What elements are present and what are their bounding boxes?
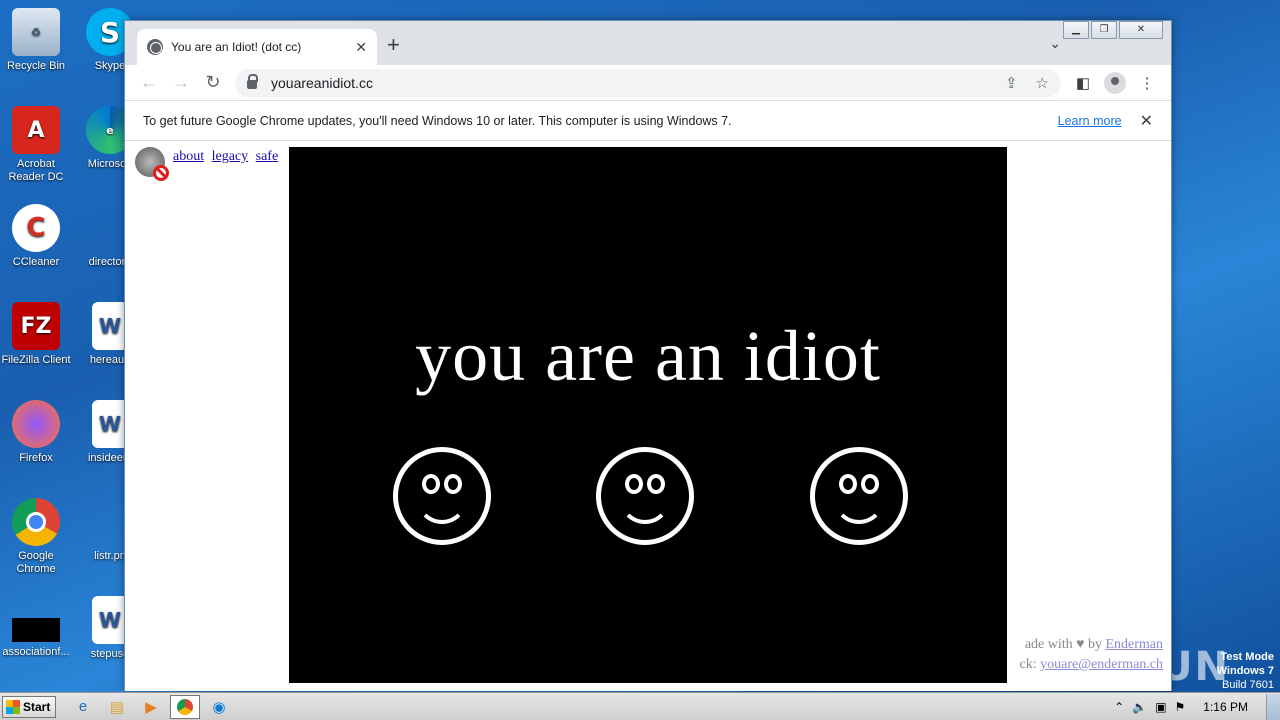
forward-arrow-icon[interactable]: → [165, 72, 197, 93]
desktop-icon-ccleaner[interactable]: C CCleaner [0, 204, 72, 269]
test-mode-line3: Build 7601 [1222, 679, 1274, 691]
reload-icon[interactable]: ↻ [197, 72, 229, 93]
start-button[interactable]: Start [2, 695, 56, 718]
update-infobar: To get future Google Chrome updates, you… [125, 101, 1171, 141]
network-icon[interactable]: ▣ [1155, 700, 1166, 714]
desktop-icon-acrobat[interactable]: A Acrobat Reader DC [0, 106, 72, 184]
edge-taskbar-icon[interactable]: ◉ [204, 695, 234, 719]
no-sound-icon [153, 165, 169, 181]
lock-icon[interactable] [247, 74, 258, 89]
page-footer: ade with ♥ by Enderman ck: youare@enderm… [1020, 635, 1164, 675]
share-icon[interactable]: ⇪ [1005, 74, 1018, 92]
idiot-stage: you are an idiot [289, 147, 1007, 683]
mouth-icon [416, 490, 468, 524]
profile-avatar-icon[interactable] [1104, 71, 1126, 94]
word-doc-icon: W [92, 302, 128, 350]
word-doc-icon: W [92, 400, 128, 448]
email-link[interactable]: youare@enderman.ch [1040, 657, 1163, 672]
start-label: Start [23, 699, 51, 714]
browser-toolbar: ← → ↻ youareanidiot.cc ⇪ ☆ ◧ ⋮ [125, 65, 1171, 101]
page-content: about legacy safe you are an idiot ade w… [125, 141, 1171, 691]
system-tray: ⌃ 🔈 ▣ ⚑ 1:16 PM [1114, 693, 1280, 720]
footer-by: by [1087, 637, 1102, 652]
page-nav-links: about legacy safe [173, 149, 282, 165]
chrome-taskbar-icon[interactable] [170, 694, 200, 719]
close-window-button[interactable]: ✕ [1119, 21, 1163, 39]
black-file-icon [12, 618, 60, 642]
file-explorer-icon[interactable]: ▤ [102, 695, 132, 719]
side-panel-icon[interactable]: ◧ [1067, 74, 1099, 92]
tab-youareanidiot[interactable]: You are an Idiot! (dot cc) ✕ [137, 29, 377, 65]
muted-speaker-icon[interactable] [135, 147, 169, 181]
ccleaner-icon: C [12, 204, 60, 252]
media-player-icon[interactable]: ▶ [136, 695, 166, 719]
legacy-link[interactable]: legacy [212, 149, 249, 164]
filezilla-icon: FZ [12, 302, 60, 350]
footer-made-with: ade with [1024, 637, 1073, 652]
tab-title: You are an Idiot! (dot cc) [171, 40, 302, 54]
show-desktop-button[interactable] [1266, 693, 1280, 720]
desktop-icon-associationf[interactable]: associationf... [0, 608, 72, 659]
desktop-icon-chrome[interactable]: Google Chrome [0, 498, 72, 576]
desktop-icon-filezilla[interactable]: FZ FileZilla Client [0, 302, 72, 367]
chrome-icon [12, 498, 60, 546]
infobar-close-icon[interactable]: ✕ [1140, 111, 1153, 131]
acrobat-icon: A [12, 106, 60, 154]
footer-line-2: ck: youare@enderman.ch [1020, 655, 1164, 675]
word-doc-icon: W [92, 596, 128, 644]
safe-link[interactable]: safe [256, 149, 279, 164]
globe-icon [147, 39, 163, 55]
smiley-face-icon [393, 447, 491, 545]
desktop-icon-firefox[interactable]: Firefox [0, 400, 72, 465]
address-bar[interactable]: youareanidiot.cc ⇪ ☆ [235, 68, 1061, 97]
clock[interactable]: 1:16 PM [1193, 700, 1258, 714]
enderman-link[interactable]: Enderman [1105, 637, 1163, 652]
tab-search-chevron-icon[interactable]: ⌄ [1049, 35, 1061, 52]
test-mode-line1: Test Mode [1220, 651, 1274, 663]
footer-feedback-label: ck: [1019, 657, 1037, 672]
tab-strip: You are an Idiot! (dot cc) ✕ + ⌄ ▁ ❐ ✕ [125, 21, 1171, 65]
recycle-bin-icon: ♻ [12, 8, 60, 56]
taskbar: Start e ▤ ▶ ◉ ⌃ 🔈 ▣ ⚑ 1:16 PM [0, 692, 1280, 720]
menu-kebab-icon[interactable]: ⋮ [1131, 74, 1163, 92]
infobar-message: To get future Google Chrome updates, you… [143, 113, 732, 128]
address-bar-url[interactable]: youareanidiot.cc [271, 75, 987, 91]
about-link[interactable]: about [173, 149, 204, 164]
action-center-flag-icon[interactable]: ⚑ [1175, 700, 1186, 714]
maximize-button[interactable]: ❐ [1091, 21, 1117, 39]
tab-close-icon[interactable]: ✕ [355, 39, 367, 56]
volume-icon[interactable]: 🔈 [1132, 700, 1147, 714]
internet-explorer-icon[interactable]: e [68, 695, 98, 719]
firefox-icon [12, 400, 60, 448]
headline: you are an idiot [415, 316, 881, 396]
heart-icon: ♥ [1076, 637, 1085, 652]
window-controls: ▁ ❐ ✕ [1063, 21, 1163, 39]
mouth-icon [619, 490, 671, 524]
test-mode-notice: Test Mode Windows 7 Build 7601 [1217, 650, 1274, 692]
windows-logo-icon [6, 699, 20, 714]
smiley-face-icon [810, 447, 908, 545]
back-arrow-icon[interactable]: ← [133, 72, 165, 93]
smiley-face-icon [596, 447, 694, 545]
tray-expand-icon[interactable]: ⌃ [1114, 700, 1124, 714]
new-tab-button[interactable]: + [387, 34, 400, 56]
bookmark-star-icon[interactable]: ☆ [1036, 74, 1049, 92]
footer-line-1: ade with ♥ by Enderman [1020, 635, 1163, 655]
minimize-button[interactable]: ▁ [1063, 21, 1089, 39]
chrome-window: You are an Idiot! (dot cc) ✕ + ⌄ ▁ ❐ ✕ ←… [124, 20, 1172, 691]
learn-more-link[interactable]: Learn more [1058, 114, 1122, 128]
test-mode-line2: Windows 7 [1216, 665, 1274, 677]
desktop-icon-recycle-bin[interactable]: ♻ Recycle Bin [0, 8, 72, 73]
mouth-icon [833, 490, 885, 524]
